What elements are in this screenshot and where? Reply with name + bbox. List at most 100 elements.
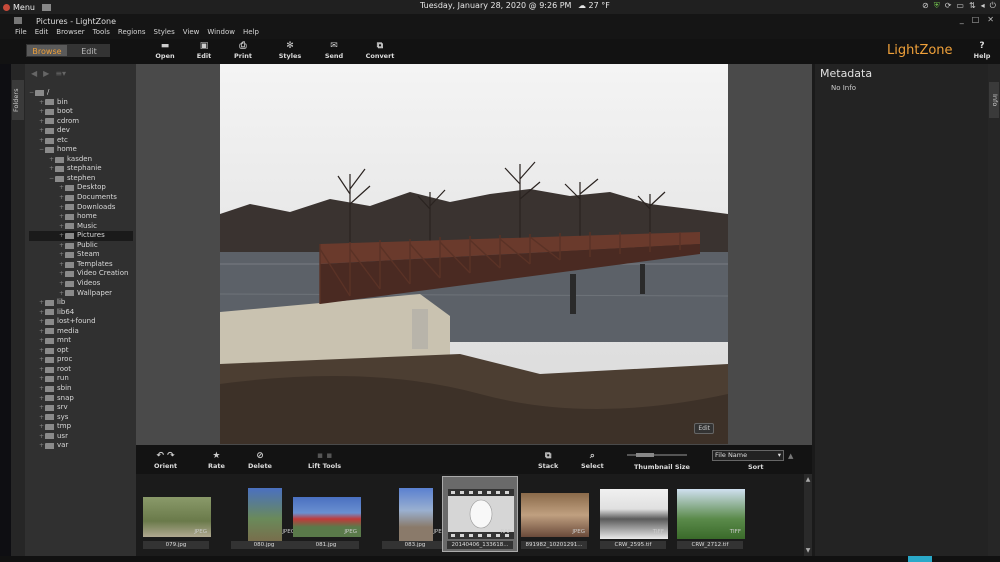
help-button[interactable]: ? Help — [970, 41, 994, 60]
close-icon[interactable]: ✕ — [987, 15, 994, 24]
menu-edit[interactable]: Edit — [35, 28, 49, 39]
styles-button[interactable]: ✻ Styles — [270, 41, 310, 60]
menu-browser[interactable]: Browser — [56, 28, 84, 39]
folder-icon — [45, 376, 54, 383]
folder-tree-item[interactable]: + Music — [29, 222, 133, 232]
window-titlebar[interactable]: Pictures - LightZone _ □ ✕ — [0, 14, 1000, 28]
folder-tree-item[interactable]: + root — [29, 365, 133, 375]
folder-tree-item[interactable]: + usr — [29, 432, 133, 442]
menu-tools[interactable]: Tools — [93, 28, 110, 39]
thumbnail-item[interactable]: TIFF CRW_2712.tif — [672, 476, 748, 552]
system-datetime[interactable]: Tuesday, January 28, 2020 @ 9:26 PM ☁ 27… — [420, 1, 610, 10]
menu-styles[interactable]: Styles — [154, 28, 175, 39]
info-tab[interactable]: Info — [989, 82, 999, 118]
system-menu-button[interactable]: Menu — [0, 3, 51, 12]
open-button[interactable]: ▬ Open — [145, 41, 185, 60]
folder-tree-item[interactable]: + home — [29, 212, 133, 222]
folder-tree-item[interactable]: + tmp — [29, 422, 133, 432]
folder-tree-item[interactable]: + Wallpaper — [29, 288, 133, 298]
folder-tree-item[interactable]: + etc — [29, 136, 133, 146]
folder-tree-item[interactable]: + stephanie — [29, 164, 133, 174]
folder-tree-item[interactable]: + snap — [29, 394, 133, 404]
folder-tree-item[interactable]: − stephen — [29, 174, 133, 184]
thumbnail-item[interactable]: JPEG 891982_10201291... — [516, 476, 592, 552]
scroll-up-icon[interactable]: ▲ — [804, 476, 812, 483]
shield-icon[interactable]: ⛨ — [934, 1, 940, 11]
folder-tree-item[interactable]: + Pictures — [29, 231, 133, 241]
folder-tree-item[interactable]: + proc — [29, 355, 133, 365]
menu-window[interactable]: Window — [207, 28, 235, 39]
sync-icon[interactable]: ⟳ — [945, 1, 952, 11]
network-icon[interactable]: ⇅ — [969, 1, 976, 11]
folder-tree-item[interactable]: + media — [29, 327, 133, 337]
folder-tree-item[interactable]: + kasden — [29, 155, 133, 165]
stack-button[interactable]: ⧉ Stack — [538, 450, 558, 470]
sort-select[interactable]: File Name ▾ — [712, 450, 784, 461]
maximize-icon[interactable]: □ — [972, 15, 980, 24]
folder-tree-item[interactable]: + Documents — [29, 193, 133, 203]
image-viewer[interactable]: Edit — [136, 64, 812, 445]
thumbnail-item[interactable]: JPEG 079.jpg — [138, 476, 214, 552]
folder-tree-item[interactable]: + mnt — [29, 336, 133, 346]
video-icon[interactable]: ▭ — [956, 1, 964, 11]
folder-tree-item[interactable]: − home — [29, 145, 133, 155]
lift-tools-button[interactable]: ▪ ▪ Lift Tools — [308, 450, 341, 470]
folder-tree-item[interactable]: + opt — [29, 346, 133, 356]
rate-button[interactable]: ★ Rate — [208, 450, 225, 470]
delete-button[interactable]: ⊘ Delete — [248, 450, 272, 470]
menu-file[interactable]: File — [15, 28, 27, 39]
folder-tree-item[interactable]: − / — [29, 88, 133, 98]
scroll-down-icon[interactable]: ▼ — [804, 547, 812, 554]
folder-icon[interactable] — [41, 3, 51, 11]
back-arrow-icon[interactable]: ◀ — [31, 69, 37, 78]
folder-tree-item[interactable]: + run — [29, 374, 133, 384]
orient-button[interactable]: ↶ ↷ Orient — [154, 450, 177, 470]
gear-icon: ✻ — [286, 41, 294, 51]
convert-button[interactable]: ⧉ Convert — [360, 41, 400, 60]
folder-tree-item[interactable]: + lost+found — [29, 317, 133, 327]
folder-tree-item[interactable]: + Templates — [29, 260, 133, 270]
folder-tree-item[interactable]: + Downloads — [29, 203, 133, 213]
folder-menu-icon[interactable]: ≡▾ — [55, 69, 66, 78]
folder-tree-item[interactable]: + cdrom — [29, 117, 133, 127]
power-icon[interactable]: ⏻ — [990, 1, 996, 11]
folder-tree-item[interactable]: + Desktop — [29, 183, 133, 193]
browse-mode-button[interactable]: Browse — [26, 44, 68, 57]
folder-tree-item[interactable]: + dev — [29, 126, 133, 136]
select-button[interactable]: ⌕ Select — [581, 450, 604, 470]
thumbnail-item[interactable]: RAF 20140406_133618... — [442, 476, 518, 552]
folder-tree-item[interactable]: + lib64 — [29, 308, 133, 318]
print-button[interactable]: ⎙ Print — [223, 41, 263, 60]
thumbnail-item[interactable]: TIFF CRW_2595.tif — [595, 476, 671, 552]
folder-tree-item[interactable]: + var — [29, 441, 133, 451]
folder-tree-item[interactable]: + Video Creation — [29, 269, 133, 279]
folder-tree-item[interactable]: + sys — [29, 413, 133, 423]
thumbnail-scrollbar[interactable]: ▲ ▼ — [804, 474, 812, 556]
edit-button[interactable]: ▣ Edit — [184, 41, 224, 60]
menu-regions[interactable]: Regions — [118, 28, 146, 39]
send-button[interactable]: ✉ Send — [314, 41, 354, 60]
edit-mode-button[interactable]: Edit — [68, 44, 110, 57]
menu-bar: File Edit Browser Tools Regions Styles V… — [0, 28, 1000, 39]
folder-tree-item[interactable]: + boot — [29, 107, 133, 117]
sort-direction-icon[interactable]: ▲ — [788, 452, 793, 460]
edit-badge[interactable]: Edit — [694, 423, 714, 434]
menu-help[interactable]: Help — [243, 28, 259, 39]
thumbnail-item[interactable]: JPEG 081.jpg — [288, 476, 364, 552]
folder-tree-item[interactable]: + lib — [29, 298, 133, 308]
paperclip-icon[interactable]: ⊘ — [922, 1, 929, 11]
folder-tree-item[interactable]: + Public — [29, 241, 133, 251]
folder-tree-item[interactable]: + Videos — [29, 279, 133, 289]
taskbar-active-item[interactable] — [908, 556, 932, 562]
folder-tree-item[interactable]: + sbin — [29, 384, 133, 394]
forward-arrow-icon[interactable]: ▶ — [43, 69, 49, 78]
minimize-icon[interactable]: _ — [960, 15, 964, 24]
menu-view[interactable]: View — [183, 28, 200, 39]
folder-tree-item[interactable]: + Steam — [29, 250, 133, 260]
thumbnail-size-slider[interactable] — [627, 453, 687, 457]
folders-tab[interactable]: Folders — [12, 80, 24, 120]
folder-tree-item[interactable]: + srv — [29, 403, 133, 413]
folder-tree-item[interactable]: + bin — [29, 98, 133, 108]
sound-icon[interactable]: ◂ — [981, 1, 985, 11]
slider-knob[interactable] — [636, 453, 654, 457]
